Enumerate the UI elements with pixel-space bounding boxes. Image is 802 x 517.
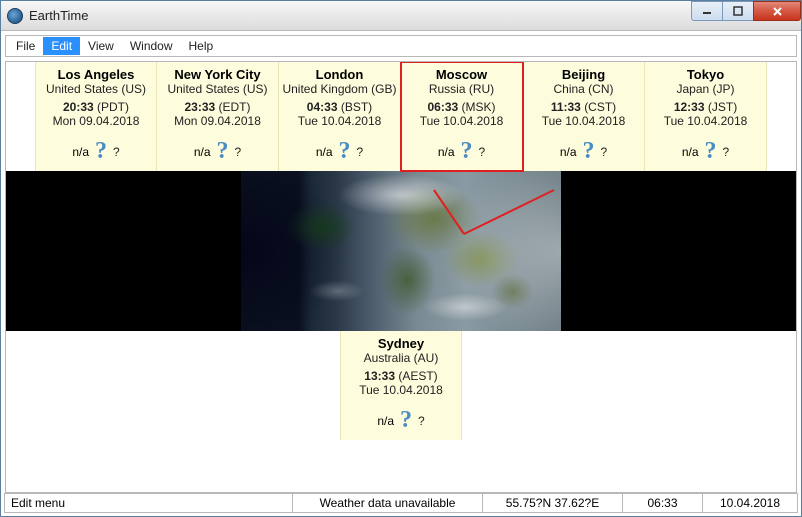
clock-time: 12:33 (JST) <box>647 100 764 114</box>
content-area: Los AngelesUnited States (US)20:33 (PDT)… <box>5 61 797 493</box>
weather-unknown: ? <box>235 145 242 159</box>
question-icon: ? <box>583 138 595 165</box>
clock-date: Tue 10.04.2018 <box>403 114 520 128</box>
maximize-icon <box>733 6 743 16</box>
weather-na: n/a <box>194 145 211 159</box>
clock-city: New York City <box>159 67 276 82</box>
clock-card[interactable]: New York CityUnited States (US) 23:33 (ED… <box>157 62 279 171</box>
clock-card[interactable]: TokyoJapan (JP) 12:33 (JST)Tue 10.04.2018… <box>645 62 767 171</box>
clock-card[interactable]: MoscowRussia (RU) 06:33 (MSK)Tue 10.04.20… <box>401 62 523 171</box>
clock-date: Tue 10.04.2018 <box>647 114 764 128</box>
weather-unknown: ? <box>723 145 730 159</box>
clock-city: Beijing <box>525 67 642 82</box>
window-title: EarthTime <box>29 8 88 23</box>
clock-weather: n/a?? <box>647 136 764 165</box>
clock-city: Tokyo <box>647 67 764 82</box>
clock-card[interactable]: BeijingChina (CN) 11:33 (CST)Tue 10.04.20… <box>523 62 645 171</box>
weather-na: n/a <box>72 145 89 159</box>
question-icon: ? <box>400 407 412 434</box>
weather-na: n/a <box>316 145 333 159</box>
clock-country: Australia (AU) <box>343 351 459 365</box>
weather-unknown: ? <box>418 414 425 428</box>
minimize-icon <box>702 6 712 16</box>
clock-date: Tue 10.04.2018 <box>525 114 642 128</box>
status-date: 10.04.2018 <box>702 494 797 512</box>
clock-city: Sydney <box>343 336 459 351</box>
question-icon: ? <box>461 138 473 165</box>
menubar: File Edit View Window Help <box>5 35 797 57</box>
close-icon <box>772 6 783 17</box>
weather-na: n/a <box>438 145 455 159</box>
clock-weather: n/a?? <box>38 136 154 165</box>
clock-weather: n/a?? <box>159 136 276 165</box>
menu-file[interactable]: File <box>8 37 43 55</box>
clock-time: 20:33 (PDT) <box>38 100 154 114</box>
clock-date: Mon 09.04.2018 <box>159 114 276 128</box>
clock-country: United States (US) <box>38 82 154 96</box>
clock-city: Moscow <box>403 67 520 82</box>
clock-city: London <box>281 67 398 82</box>
clock-country: Japan (JP) <box>647 82 764 96</box>
clock-time: 23:33 (EDT) <box>159 100 276 114</box>
weather-unknown: ? <box>601 145 608 159</box>
weather-unknown: ? <box>113 145 120 159</box>
clock-time: 11:33 (CST) <box>525 100 642 114</box>
clock-date: Tue 10.04.2018 <box>281 114 398 128</box>
minimize-button[interactable] <box>691 1 723 21</box>
statusbar: Edit menu Weather data unavailable 55.75… <box>4 493 798 513</box>
weather-unknown: ? <box>479 145 486 159</box>
menu-window[interactable]: Window <box>122 37 181 55</box>
question-icon: ? <box>705 138 717 165</box>
clock-card[interactable]: SydneyAustralia (AU) 13:33 (AEST)Tue 10.0… <box>340 331 462 440</box>
menu-edit[interactable]: Edit <box>43 37 80 55</box>
clock-date: Tue 10.04.2018 <box>343 383 459 397</box>
clock-weather: n/a?? <box>525 136 642 165</box>
clock-country: China (CN) <box>525 82 642 96</box>
status-hint: Edit menu <box>5 494 292 512</box>
clock-city: Los Angeles <box>38 67 154 82</box>
clock-row-top: Los AngelesUnited States (US)20:33 (PDT)… <box>6 62 796 171</box>
status-time: 06:33 <box>622 494 702 512</box>
status-weather: Weather data unavailable <box>292 494 482 512</box>
clock-card[interactable]: Los AngelesUnited States (US) 20:33 (PDT)… <box>35 62 157 171</box>
clock-time: 13:33 (AEST) <box>343 369 459 383</box>
question-icon: ? <box>95 138 107 165</box>
window-titlebar: EarthTime <box>1 1 801 31</box>
weather-na: n/a <box>377 414 394 428</box>
clock-weather: n/a?? <box>281 136 398 165</box>
clock-country: United States (US) <box>159 82 276 96</box>
clock-card[interactable]: LondonUnited Kingdom (GB) 04:33 (BST)Tue … <box>279 62 401 171</box>
weather-na: n/a <box>682 145 699 159</box>
window-controls <box>692 1 801 21</box>
app-icon <box>7 8 23 24</box>
world-map-image <box>241 171 561 331</box>
world-map[interactable] <box>6 171 796 331</box>
clock-country: United Kingdom (GB) <box>281 82 398 96</box>
menu-help[interactable]: Help <box>181 37 222 55</box>
question-icon: ? <box>339 138 351 165</box>
clock-country: Russia (RU) <box>403 82 520 96</box>
weather-na: n/a <box>560 145 577 159</box>
clock-weather: n/a?? <box>343 405 459 434</box>
weather-unknown: ? <box>357 145 364 159</box>
clock-date: Mon 09.04.2018 <box>38 114 154 128</box>
maximize-button[interactable] <box>722 1 754 21</box>
close-button[interactable] <box>753 1 801 21</box>
clock-weather: n/a?? <box>403 136 520 165</box>
menu-view[interactable]: View <box>80 37 122 55</box>
clock-row-bottom: SydneyAustralia (AU) 13:33 (AEST)Tue 10.0… <box>6 331 796 440</box>
status-coords: 55.75?N 37.62?E <box>482 494 622 512</box>
question-icon: ? <box>217 138 229 165</box>
clock-time: 06:33 (MSK) <box>403 100 520 114</box>
clock-time: 04:33 (BST) <box>281 100 398 114</box>
